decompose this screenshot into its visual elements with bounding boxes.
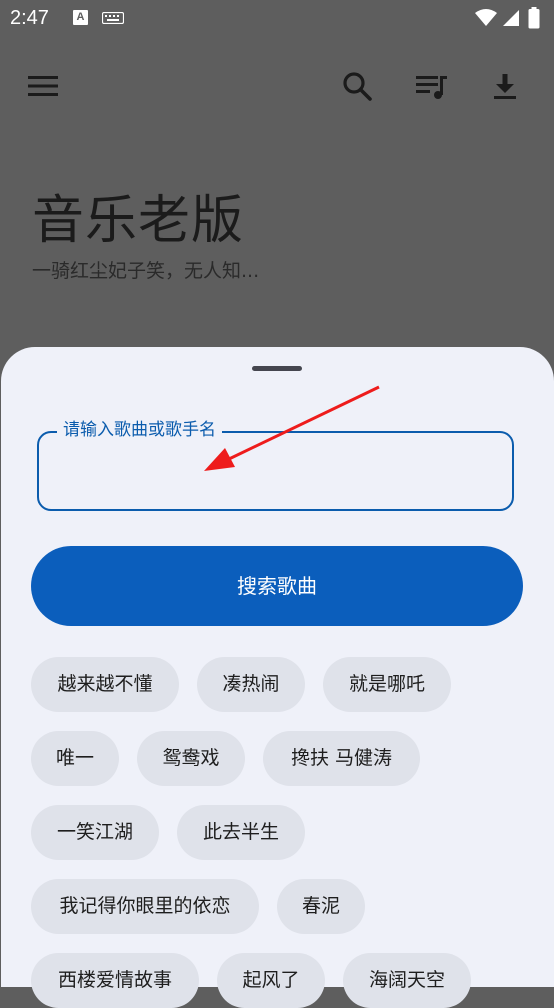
suggestion-chip[interactable]: 越来越不懂 <box>31 657 179 712</box>
suggestion-chip[interactable]: 春泥 <box>277 879 365 934</box>
download-icon[interactable] <box>485 66 525 106</box>
suggestion-chip[interactable]: 一笑江湖 <box>31 805 159 860</box>
battery-icon <box>528 7 540 29</box>
app-title: 音乐老版 <box>32 191 245 251</box>
hamburger-menu-icon[interactable] <box>23 66 63 106</box>
suggestion-chip[interactable]: 我记得你眼里的依恋 <box>31 879 259 934</box>
suggestion-chip[interactable]: 唯一 <box>31 731 119 786</box>
suggestion-chip[interactable]: 就是哪吒 <box>323 657 451 712</box>
suggestion-chip[interactable]: 海阔天空 <box>343 953 471 1008</box>
suggestion-chip[interactable]: 此去半生 <box>177 805 305 860</box>
keyboard-icon <box>102 12 124 24</box>
search-icon[interactable] <box>337 66 377 106</box>
suggestion-chip[interactable]: 凑热闹 <box>197 657 305 712</box>
suggestion-chip[interactable]: 搀扶 马健涛 <box>263 731 420 786</box>
suggestion-chip[interactable]: 西楼爱情故事 <box>31 953 199 1008</box>
notification-a-icon: A <box>73 10 88 25</box>
playlist-music-icon[interactable] <box>411 66 451 106</box>
signal-icon <box>503 10 519 26</box>
wifi-icon <box>475 9 497 26</box>
suggestion-chip[interactable]: 鸳鸯戏 <box>137 731 245 786</box>
app-subtitle: 一骑红尘妃子笑，无人知... <box>32 260 260 282</box>
status-time: 2:47 <box>10 7 49 29</box>
search-songs-button[interactable]: 搜索歌曲 <box>31 546 523 626</box>
status-bar: 2:47 A <box>0 0 554 38</box>
search-bottom-sheet: 请输入歌曲或歌手名 搜索歌曲 越来越不懂 凑热闹 就是哪吒 唯一 鸳鸯戏 搀扶 … <box>1 347 554 1008</box>
suggestion-chip[interactable]: 起风了 <box>217 953 325 1008</box>
annotation-arrow-icon <box>204 385 380 471</box>
